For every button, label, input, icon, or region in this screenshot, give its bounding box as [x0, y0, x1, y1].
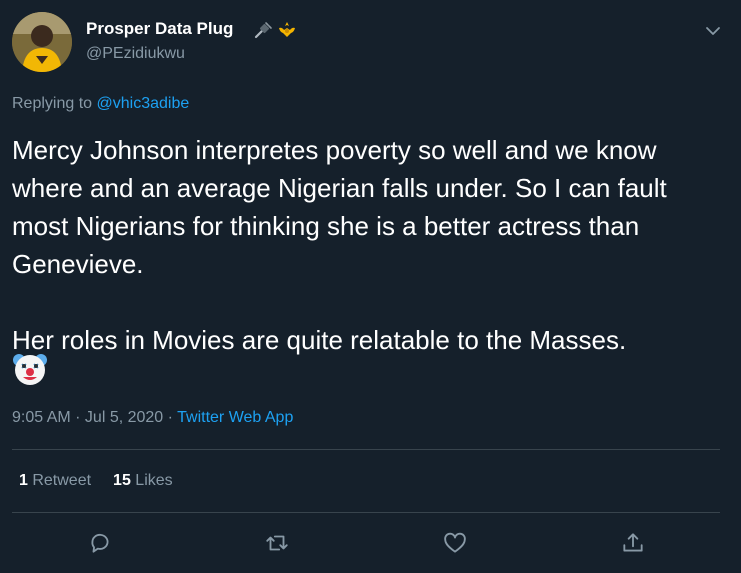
- reply-icon: [91, 533, 109, 553]
- clown-face-icon: [13, 354, 47, 385]
- like-button[interactable]: [440, 528, 470, 558]
- trident-crest-icon: [279, 22, 295, 37]
- tweet-paragraph-1: Mercy Johnson interpretes poverty so wel…: [12, 135, 667, 279]
- retweet-button[interactable]: [262, 528, 292, 558]
- source-app-link[interactable]: Twitter Web App: [177, 409, 293, 426]
- chevron-down-icon[interactable]: [700, 18, 726, 44]
- tweet-meta: 9:05 AM · Jul 5, 2020 · Twitter Web App: [12, 409, 294, 426]
- reply-mention-link[interactable]: @vhic3adibe: [97, 95, 190, 112]
- plug-icon: [254, 22, 272, 39]
- avatar-image: [12, 12, 72, 72]
- tweet-text: Mercy Johnson interpretes poverty so wel…: [12, 131, 730, 359]
- avatar[interactable]: [12, 12, 72, 72]
- divider: [12, 449, 720, 450]
- retweets-stat[interactable]: 1 Retweet: [19, 472, 91, 489]
- display-name[interactable]: Prosper Data Plug: [86, 19, 233, 39]
- reply-button[interactable]: [85, 528, 115, 558]
- user-handle[interactable]: @PEzidiukwu: [86, 45, 185, 63]
- replying-to-label: Replying to: [12, 95, 97, 112]
- replying-to: Replying to @vhic3adibe: [12, 95, 189, 113]
- share-icon: [623, 533, 643, 552]
- like-icon: [444, 532, 466, 553]
- engagement-stats: 1 Retweet 15 Likes: [19, 472, 195, 490]
- tweet-date[interactable]: Jul 5, 2020: [85, 409, 163, 426]
- tweet-time[interactable]: 9:05 AM: [12, 409, 71, 426]
- likes-stat[interactable]: 15 Likes: [113, 472, 173, 489]
- tweet-paragraph-2: Her roles in Movies are quite relatable …: [12, 325, 627, 355]
- share-button[interactable]: [618, 528, 648, 558]
- retweet-icon: [266, 535, 288, 551]
- divider: [12, 512, 720, 513]
- tweet-card: Prosper Data Plug @PEzidiukwu Replying t…: [0, 0, 741, 573]
